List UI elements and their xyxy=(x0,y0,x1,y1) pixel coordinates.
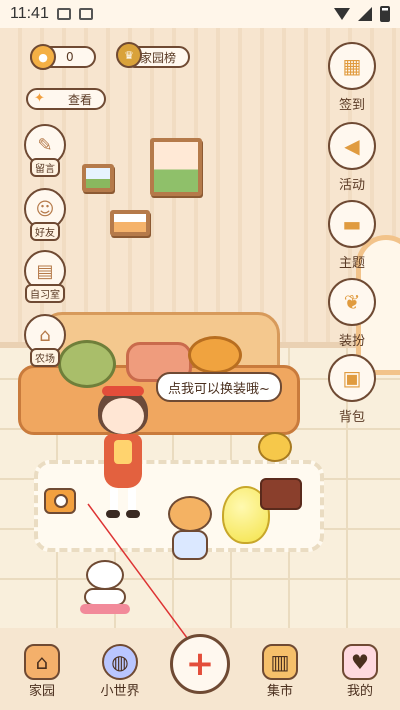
coins-counter[interactable]: ● 0 xyxy=(30,44,96,70)
nav-home[interactable]: ⌂ 家园 xyxy=(12,644,72,699)
ranking-label: 家园榜 xyxy=(140,50,177,65)
right-menu-theme-label: 主题 xyxy=(338,256,365,271)
app-notification-icon xyxy=(78,8,93,20)
add-button[interactable]: + xyxy=(170,634,230,694)
wifi-icon xyxy=(334,8,350,20)
gramophone-item[interactable] xyxy=(254,432,302,512)
right-menu-theme[interactable]: ▬ 主题 xyxy=(326,200,378,271)
ranking-button[interactable]: ♛ 家园榜 xyxy=(116,42,190,68)
right-menu-backpack-label: 背包 xyxy=(338,410,365,425)
left-menu-message[interactable]: ✎ 留言 xyxy=(22,124,68,177)
shop-icon: ▥ xyxy=(262,644,298,680)
right-menu-checkin-label: 签到 xyxy=(338,98,365,113)
lucky-cat-item[interactable] xyxy=(80,560,130,616)
gallery-icon xyxy=(56,8,71,20)
profile-card-icon: ♥ xyxy=(342,644,378,680)
right-menu-backpack[interactable]: ▣ 背包 xyxy=(326,354,378,425)
girl-avatar[interactable] xyxy=(88,382,158,530)
speech-bubble-text: 点我可以换装哦~ xyxy=(168,381,270,397)
nav-small-world[interactable]: ◍ 小世界 xyxy=(90,644,150,699)
right-menu-dress-up-label: 装扮 xyxy=(338,334,365,349)
backpack-icon: ▣ xyxy=(328,354,376,402)
right-menu-events-label: 活动 xyxy=(338,178,365,193)
left-menu-farm[interactable]: ⌂ 农场 xyxy=(22,314,68,367)
house-icon: ⌂ xyxy=(24,644,60,680)
planet-icon: ◍ xyxy=(102,644,138,680)
trophy-icon: ♛ xyxy=(116,42,142,68)
left-menu-message-label: 留言 xyxy=(30,158,60,177)
wall-picture-small[interactable] xyxy=(82,164,114,192)
speech-bubble[interactable]: 点我可以换装哦~ xyxy=(156,372,282,402)
nav-small-world-label: 小世界 xyxy=(100,684,140,699)
calendar-icon: ▦ xyxy=(328,42,376,90)
left-menu-friends[interactable]: ☺ 好友 xyxy=(22,188,68,241)
megaphone-icon: ◀ xyxy=(328,122,376,170)
left-menu-study-room-label: 自习室 xyxy=(25,284,65,303)
nav-home-label: 家园 xyxy=(28,684,55,699)
wall-picture-flowers[interactable] xyxy=(110,210,150,236)
right-menu-events[interactable]: ◀ 活动 xyxy=(326,122,378,193)
paw-coin-icon: ● xyxy=(30,44,56,70)
nav-profile[interactable]: ♥ 我的 xyxy=(330,644,390,699)
nav-market-label: 集市 xyxy=(266,684,293,699)
spark-icon: ✦ xyxy=(34,91,45,106)
nav-profile-label: 我的 xyxy=(346,684,373,699)
battery-icon xyxy=(380,6,390,22)
left-menu-friends-label: 好友 xyxy=(30,222,60,241)
signal-icon xyxy=(358,7,372,21)
clock: 11:41 xyxy=(10,5,49,22)
left-menu-farm-label: 农场 xyxy=(30,348,60,367)
view-button[interactable]: ✦ 查看 xyxy=(26,88,106,110)
nav-market[interactable]: ▥ 集市 xyxy=(250,644,310,699)
paint-roller-icon: ▬ xyxy=(328,200,376,248)
right-menu-dress-up[interactable]: ❦ 装扮 xyxy=(326,278,378,349)
status-bar: 11:41 xyxy=(0,0,400,28)
view-label: 查看 xyxy=(68,92,93,107)
cat-pet[interactable] xyxy=(164,496,216,566)
wall-picture-large[interactable] xyxy=(150,138,202,196)
plus-icon: + xyxy=(185,644,215,684)
left-menu-study-room[interactable]: ▤ 自习室 xyxy=(22,250,68,303)
bow-icon: ❦ xyxy=(328,278,376,326)
orange-pillow xyxy=(188,336,242,374)
coins-value: 0 xyxy=(66,50,74,64)
right-menu-checkin[interactable]: ▦ 签到 xyxy=(326,42,378,113)
camera-item[interactable] xyxy=(44,488,76,514)
